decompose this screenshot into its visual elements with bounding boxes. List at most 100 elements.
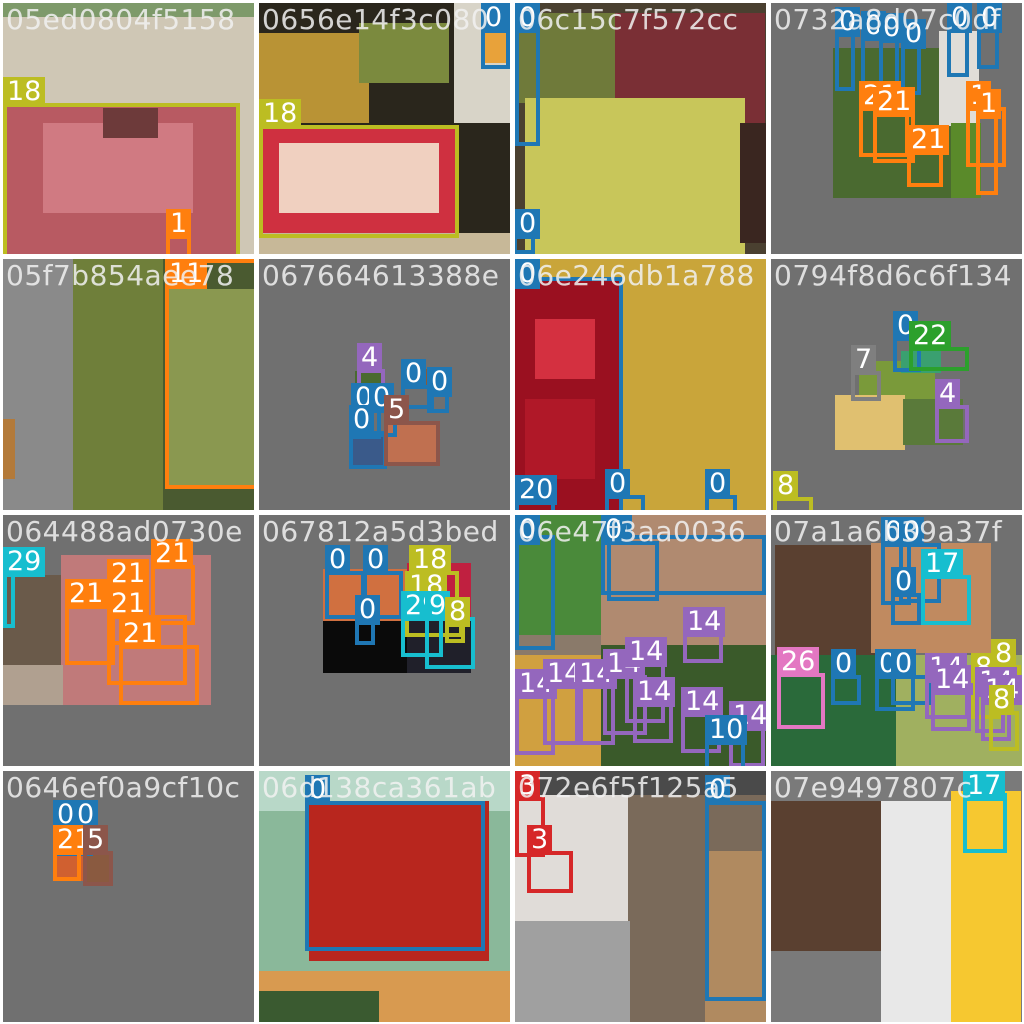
bounding-box	[3, 573, 15, 628]
class-label: 0	[427, 367, 453, 397]
bounding-box	[349, 431, 387, 469]
image-tile: 00170260001414881414807a1a6b39a37f	[771, 515, 1022, 766]
tile-filename: 06e246db1a788	[518, 259, 755, 292]
class-label: 0	[349, 405, 375, 435]
class-label: 17	[921, 549, 964, 579]
bounding-box	[989, 711, 1019, 751]
tile-filename: 067812a5d3bed	[262, 515, 499, 548]
bounding-box	[777, 673, 825, 729]
bounding-box	[53, 851, 81, 881]
class-label: 4	[935, 379, 961, 409]
tile-filename: 06e47f3aa0036	[518, 515, 747, 548]
bounding-box	[921, 575, 971, 625]
class-label: 4	[357, 343, 383, 373]
image-tile: 17 07e9497807c	[771, 771, 1022, 1022]
class-label: 14	[633, 677, 676, 707]
tile-filename: 0646ef0a9cf10c	[6, 771, 241, 804]
class-label: 20	[515, 475, 558, 505]
class-label: 22	[909, 321, 952, 351]
bounding-box	[259, 125, 459, 238]
tile-filename: 05f7b854aee78	[6, 259, 235, 292]
image-tile: 000000212121110732a8d07c0df	[771, 3, 1022, 254]
tile-filename: 067664613388e	[262, 259, 500, 292]
image-region	[3, 771, 254, 1022]
class-label: 21	[65, 579, 108, 609]
image-region	[515, 921, 630, 1022]
tile-filename: 0656e14f3c080	[262, 3, 490, 36]
tile-filename: 064488ad0730e	[6, 515, 243, 548]
tile-filename: 0732a8d07c0df	[774, 3, 1001, 36]
image-region	[525, 98, 745, 254]
class-label: 0	[401, 359, 427, 389]
class-label: 14	[681, 687, 724, 717]
tile-filename: 05ed0804f5158	[6, 3, 236, 36]
tile-filename: 072e6f5f125a5	[518, 771, 739, 804]
bounding-box	[384, 421, 440, 466]
bounding-box	[931, 691, 971, 731]
class-label: 0	[831, 649, 857, 679]
class-label: 0	[891, 649, 917, 679]
class-label: 1	[976, 89, 1002, 119]
image-tile: 3 3 0 072e6f5f125a5	[515, 771, 766, 1022]
class-label: 0	[325, 545, 351, 575]
bounding-box	[119, 645, 199, 705]
image-region	[259, 991, 379, 1022]
class-label: 14	[931, 665, 974, 695]
image-tile: 0 06d138ca361ab	[259, 771, 510, 1022]
tile-filename: 07e9497807c	[774, 771, 973, 804]
class-label: 21	[873, 87, 916, 117]
class-label: 5	[83, 825, 109, 855]
class-label: 0	[605, 469, 631, 499]
class-label: 8	[445, 597, 471, 627]
image-tile: 0 0 18 18 29 9 8 0 067812a5d3bed	[259, 515, 510, 766]
class-label: 5	[384, 395, 410, 425]
image-tile: 0 22 7 4 8 0794f8d6c6f134	[771, 259, 1022, 510]
bounding-box	[683, 633, 723, 663]
image-tile: 0001414141414141414141006e47f3aa0036	[515, 515, 766, 766]
image-tile: 18 0 0656e14f3c080	[259, 3, 510, 254]
image-region	[3, 665, 63, 705]
class-label: 1	[166, 209, 192, 239]
class-label: 0	[891, 567, 917, 597]
bounding-box	[835, 33, 855, 91]
tile-filename: 06d138ca361ab	[262, 771, 497, 804]
class-label: 21	[907, 125, 950, 155]
image-region	[775, 545, 875, 655]
class-label: 29	[3, 547, 46, 577]
class-label: 0	[355, 595, 381, 625]
image-tile: 4 0 0 0 0 0 5 067664613388e	[259, 259, 510, 510]
class-label: 21	[119, 619, 162, 649]
class-label: 18	[3, 77, 46, 107]
bounding-box	[705, 801, 766, 1001]
image-region	[835, 395, 905, 450]
bounding-box	[527, 851, 573, 893]
class-label: 8	[773, 471, 799, 501]
class-label: 0	[515, 209, 541, 239]
class-label: 26	[777, 647, 820, 677]
class-label: 0	[705, 469, 731, 499]
image-tile: 18 1 05ed0804f5158	[3, 3, 254, 254]
tile-filename: 07a1a6b39a37f	[774, 515, 1003, 548]
image-region	[73, 259, 163, 510]
class-label: 0	[363, 545, 389, 575]
bounding-box	[3, 103, 240, 254]
image-tile: 11 05f7b854aee78	[3, 259, 254, 510]
image-tile: 0 0 06c15c7f572cc	[515, 3, 766, 254]
class-label: 7	[851, 345, 877, 375]
class-label: 8	[991, 639, 1017, 669]
bounding-box	[851, 371, 881, 401]
class-label: 21	[107, 589, 150, 619]
bounding-box	[976, 115, 998, 195]
bounding-box	[165, 259, 254, 489]
image-region	[3, 419, 15, 479]
class-label: 21	[107, 559, 150, 589]
bounding-box	[891, 593, 921, 625]
class-label: 3	[527, 825, 553, 855]
bounding-box	[83, 851, 113, 886]
tile-filename: 06c15c7f572cc	[518, 3, 739, 36]
image-region	[771, 801, 881, 951]
bounding-box	[935, 405, 969, 443]
class-label: 14	[683, 607, 726, 637]
bounding-box	[831, 675, 861, 705]
class-label: 10	[705, 715, 748, 745]
